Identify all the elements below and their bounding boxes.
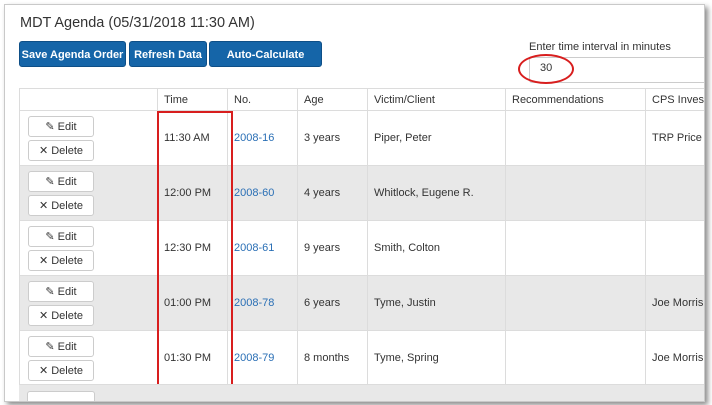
agenda-table: Time No. Age Victim/Client Recommendatio… bbox=[19, 88, 704, 386]
delete-label: Delete bbox=[51, 254, 83, 267]
table-row: ✎ Edit ✕ Delete 01:00 PM 2008-78 6 years T… bbox=[19, 275, 704, 331]
age-cell: 9 years bbox=[297, 220, 368, 276]
case-number-link[interactable]: 2008-60 bbox=[234, 187, 274, 199]
cps-investigator-cell bbox=[645, 165, 704, 221]
pencil-icon: ✎ bbox=[45, 120, 55, 133]
cps-investigator-cell: Joe Morris bbox=[645, 330, 704, 386]
edit-button[interactable]: ✎ Edit bbox=[28, 170, 94, 192]
table-row: ✎ Edit ✕ Delete 11:30 AM 2008-16 3 years P… bbox=[19, 110, 704, 166]
victim-client-cell: Piper, Peter bbox=[367, 110, 506, 166]
refresh-data-button[interactable]: Refresh Data bbox=[129, 41, 207, 67]
time-cell: 01:30 PM bbox=[157, 330, 228, 386]
edit-label: Edit bbox=[57, 340, 77, 353]
save-agenda-order-button[interactable]: Save Agenda Order bbox=[19, 41, 126, 67]
recommendations-cell bbox=[505, 330, 646, 386]
edit-button-partial[interactable] bbox=[27, 391, 95, 401]
edit-button[interactable]: ✎ Edit bbox=[28, 280, 94, 302]
age-cell: 6 years bbox=[297, 275, 368, 331]
case-number-cell: 2008-60 bbox=[227, 165, 298, 221]
edit-button[interactable]: ✎ Edit bbox=[28, 225, 94, 247]
recommendations-cell bbox=[505, 165, 646, 221]
pencil-icon: ✎ bbox=[45, 285, 55, 298]
time-cell: 01:00 PM bbox=[157, 275, 228, 331]
time-cell: 11:30 AM bbox=[157, 110, 228, 166]
delete-button[interactable]: ✕ Delete bbox=[28, 359, 94, 381]
delete-button[interactable]: ✕ Delete bbox=[28, 194, 94, 216]
row-actions-cell: ✎ Edit ✕ Delete bbox=[19, 330, 158, 386]
delete-label: Delete bbox=[51, 199, 83, 212]
victim-client-cell: Tyme, Justin bbox=[367, 275, 506, 331]
victim-client-cell: Smith, Colton bbox=[367, 220, 506, 276]
case-number-link[interactable]: 2008-61 bbox=[234, 242, 274, 254]
table-row-partial bbox=[19, 384, 704, 401]
x-icon: ✕ bbox=[38, 309, 49, 322]
interval-label: Enter time interval in minutes bbox=[529, 41, 671, 53]
header-victim-client[interactable]: Victim/Client bbox=[367, 88, 506, 111]
age-cell: 3 years bbox=[297, 110, 368, 166]
delete-label: Delete bbox=[51, 364, 83, 377]
time-cell: 12:30 PM bbox=[157, 220, 228, 276]
recommendations-cell bbox=[505, 220, 646, 276]
row-actions-cell: ✎ Edit ✕ Delete bbox=[19, 110, 158, 166]
delete-button[interactable]: ✕ Delete bbox=[28, 304, 94, 326]
delete-button[interactable]: ✕ Delete bbox=[28, 139, 94, 161]
case-number-cell: 2008-16 bbox=[227, 110, 298, 166]
cps-investigator-cell: Joe Morris bbox=[645, 275, 704, 331]
case-number-cell: 2008-79 bbox=[227, 330, 298, 386]
row-actions-cell: ✎ Edit ✕ Delete bbox=[19, 220, 158, 276]
delete-label: Delete bbox=[51, 144, 83, 157]
edit-label: Edit bbox=[57, 230, 77, 243]
table-header-row: Time No. Age Victim/Client Recommendatio… bbox=[19, 88, 704, 111]
age-cell: 8 months bbox=[297, 330, 368, 386]
x-icon: ✕ bbox=[38, 199, 49, 212]
recommendations-cell bbox=[505, 275, 646, 331]
pencil-icon: ✎ bbox=[45, 175, 55, 188]
case-number-cell: 2008-78 bbox=[227, 275, 298, 331]
victim-client-cell: Whitlock, Eugene R. bbox=[367, 165, 506, 221]
edit-button[interactable]: ✎ Edit bbox=[28, 335, 94, 357]
case-number-link[interactable]: 2008-16 bbox=[234, 132, 274, 144]
case-number-link[interactable]: 2008-78 bbox=[234, 297, 274, 309]
header-recommendations[interactable]: Recommendations bbox=[505, 88, 646, 111]
case-number-link[interactable]: 2008-79 bbox=[234, 352, 274, 364]
header-time[interactable]: Time bbox=[157, 88, 228, 111]
x-icon: ✕ bbox=[38, 254, 49, 267]
x-icon: ✕ bbox=[38, 144, 49, 157]
auto-calculate-times-button[interactable]: Auto-Calculate Times bbox=[209, 41, 322, 87]
row-actions-cell: ✎ Edit ✕ Delete bbox=[19, 275, 158, 331]
header-cps-investigator[interactable]: CPS Inves bbox=[645, 88, 704, 111]
agenda-window: MDT Agenda (05/31/2018 11:30 AM) Save Ag… bbox=[4, 4, 705, 402]
victim-client-cell: Tyme, Spring bbox=[367, 330, 506, 386]
age-cell: 4 years bbox=[297, 165, 368, 221]
header-actions bbox=[19, 88, 158, 111]
pencil-icon: ✎ bbox=[45, 340, 55, 353]
edit-label: Edit bbox=[57, 285, 77, 298]
case-number-cell: 2008-61 bbox=[227, 220, 298, 276]
delete-button[interactable]: ✕ Delete bbox=[28, 249, 94, 271]
header-no[interactable]: No. bbox=[227, 88, 298, 111]
edit-label: Edit bbox=[57, 175, 77, 188]
table-row: ✎ Edit ✕ Delete 12:00 PM 2008-60 4 years W… bbox=[19, 165, 704, 221]
delete-label: Delete bbox=[51, 309, 83, 322]
table-row: ✎ Edit ✕ Delete 01:30 PM 2008-79 8 months … bbox=[19, 330, 704, 386]
header-age[interactable]: Age bbox=[297, 88, 368, 111]
interval-input[interactable]: 30 bbox=[529, 57, 704, 83]
edit-button[interactable]: ✎ Edit bbox=[28, 115, 94, 137]
recommendations-cell bbox=[505, 110, 646, 166]
row-actions-cell: ✎ Edit ✕ Delete bbox=[19, 165, 158, 221]
page-title: MDT Agenda (05/31/2018 11:30 AM) bbox=[20, 15, 255, 31]
time-cell: 12:00 PM bbox=[157, 165, 228, 221]
x-icon: ✕ bbox=[38, 364, 49, 377]
table-row: ✎ Edit ✕ Delete 12:30 PM 2008-61 9 years S… bbox=[19, 220, 704, 276]
pencil-icon: ✎ bbox=[45, 230, 55, 243]
cps-investigator-cell bbox=[645, 220, 704, 276]
cps-investigator-cell: TRP Price bbox=[645, 110, 704, 166]
edit-label: Edit bbox=[57, 120, 77, 133]
